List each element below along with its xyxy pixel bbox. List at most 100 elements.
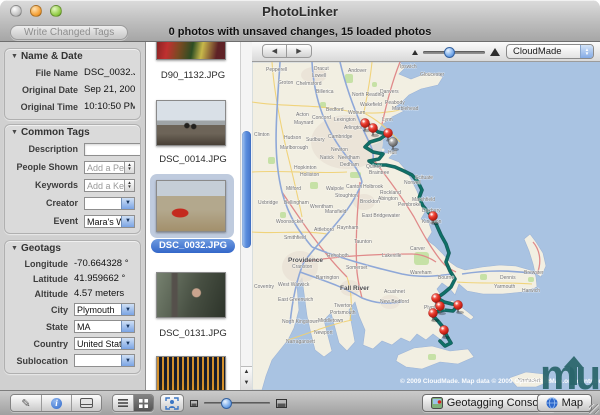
scroll-up-icon[interactable]: ▲: [241, 367, 252, 378]
map-provider-value: CloudMade: [507, 46, 580, 57]
event-dropdown[interactable]: Mara's Wedd▼: [84, 215, 135, 228]
minimize-button[interactable]: [30, 5, 42, 17]
size-slider-track[interactable]: [204, 402, 270, 404]
scroll-down-icon[interactable]: ▼: [241, 378, 252, 389]
field-label: Latitude: [10, 274, 74, 284]
photo-thumbnail[interactable]: [156, 356, 226, 390]
original-date-value: Sep 21, 2008: [84, 84, 135, 95]
map-town-label: Stoughton: [335, 193, 358, 199]
map-town-label: Harwich: [522, 288, 540, 294]
altitude-value: 4.57 meters: [74, 288, 124, 299]
longitude-value: -70.664328 °: [74, 258, 129, 269]
field-label: File Name: [10, 68, 84, 78]
country-dropdown[interactable]: United State▼: [74, 337, 135, 350]
dropdown-arrow-icon[interactable]: ▼: [121, 216, 134, 227]
photo-thumbnail[interactable]: [156, 180, 226, 232]
map-town-label: Gloucester: [420, 72, 445, 78]
dropdown-arrow-icon[interactable]: ▼: [121, 304, 134, 315]
photo-thumbnail[interactable]: [156, 272, 226, 318]
map-town-label: Hudson: [284, 135, 301, 141]
common-tags-header[interactable]: ▼Common Tags: [5, 125, 140, 140]
zoom-slider-knob[interactable]: [444, 47, 455, 58]
scrollbar-thumb[interactable]: [242, 131, 251, 248]
photo-thumbnail[interactable]: [156, 42, 226, 60]
popup-stepper-icon: ▲▼: [580, 45, 593, 58]
map-provider-popup[interactable]: CloudMade ▲▼: [506, 44, 594, 59]
thumbnail-label[interactable]: DSC_0014.JPG: [146, 154, 240, 165]
grid-view-button[interactable]: [133, 395, 153, 411]
metadata-panel-button[interactable]: [71, 395, 101, 411]
map-town-label: Mansfield: [325, 209, 347, 215]
scrollbar-arrows: ▲ ▼: [241, 366, 252, 390]
resize-grip[interactable]: [589, 404, 599, 414]
map-town-label: Lynn: [382, 117, 393, 123]
thumbnail-label[interactable]: DSC_0131.JPG: [146, 328, 240, 339]
stepper-icon[interactable]: ▲▼: [124, 162, 134, 173]
status-text: 0 photos with unsaved changes, 15 loaded…: [120, 26, 480, 38]
map-canvas[interactable]: PepperellDracutLowellAndoverIpswichGroto…: [252, 62, 600, 390]
map-town-label: Rehoboth: [327, 253, 349, 259]
list-view-button[interactable]: [113, 395, 133, 411]
dropdown-arrow-icon[interactable]: ▼: [121, 355, 134, 366]
stepper-icon[interactable]: ▲▼: [124, 180, 134, 191]
event-value: Mara's Wedd: [85, 216, 121, 227]
dropdown-arrow-icon[interactable]: ▼: [121, 338, 134, 349]
dropdown-arrow-icon[interactable]: ▼: [121, 198, 134, 209]
geotags-header[interactable]: ▼Geotags: [5, 241, 140, 256]
close-button[interactable]: [10, 5, 22, 17]
map-town-label: Yarmouth: [494, 284, 516, 290]
dropdown-arrow-icon[interactable]: ▼: [121, 321, 134, 332]
forward-button[interactable]: ▶: [287, 44, 312, 58]
map-town-label: Fall River: [340, 285, 370, 292]
section-title: Name & Date: [21, 51, 83, 62]
field-label: City: [10, 305, 74, 315]
small-photo-icon: [190, 400, 198, 407]
field-label: State: [10, 322, 74, 332]
section-title: Common Tags: [21, 127, 90, 138]
zoom-button[interactable]: [50, 5, 62, 17]
thumbnail-filename[interactable]: DSC_0014.JPG: [159, 154, 227, 165]
map-town-label: Lowell: [312, 73, 326, 79]
edit-tags-button[interactable]: ✎: [11, 395, 41, 411]
thumbnail-filename[interactable]: DSC_0032.JPG: [151, 239, 235, 253]
map-zoom-slider[interactable]: [423, 51, 485, 54]
map-town-label: Newton: [331, 147, 348, 153]
description-input[interactable]: [84, 143, 141, 156]
sublocation-dropdown[interactable]: ▼: [74, 354, 135, 367]
thumbnail-label[interactable]: D90_1132.JPG: [146, 70, 240, 81]
photo-thumbnail[interactable]: [156, 100, 226, 146]
zoom-in-icon[interactable]: [490, 48, 500, 56]
view-mode-segment: [112, 394, 154, 412]
map-town-label: Coventry: [254, 284, 275, 290]
size-slider-knob[interactable]: [221, 398, 232, 409]
pencil-icon: ✎: [21, 397, 30, 410]
field-label: Original Date: [10, 85, 84, 95]
people-shown-combo[interactable]: Add a Perso▲▼: [84, 161, 135, 174]
city-dropdown[interactable]: Plymouth▼: [74, 303, 135, 316]
thumbnail-filename[interactable]: D90_1132.JPG: [161, 70, 225, 81]
harbor-island: [382, 149, 385, 152]
creator-dropdown[interactable]: ▼: [84, 197, 135, 210]
back-button[interactable]: ◀: [262, 44, 287, 58]
state-dropdown[interactable]: MA▼: [74, 320, 135, 333]
keywords-combo[interactable]: Add a Keyw▲▼: [84, 179, 135, 192]
map-town-label: Marshfield: [412, 197, 435, 203]
map-town-label: Billerica: [316, 89, 334, 95]
info-button[interactable]: i: [41, 395, 71, 411]
thumbnail-filename[interactable]: DSC_0131.JPG: [159, 328, 227, 339]
face-detect-button[interactable]: [160, 394, 184, 412]
map-town-label: Bourne: [438, 275, 454, 281]
field-label: People Shown: [10, 162, 84, 172]
map-view[interactable]: PepperellDracutLowellAndoverIpswichGroto…: [252, 62, 600, 390]
geotagging-console-label: Geotagging Console: [447, 397, 547, 409]
thumbnail-label[interactable]: DSC_0032.JPG: [146, 240, 240, 251]
map-town-label: Sudbury: [306, 137, 325, 143]
photo-list-scrollbar[interactable]: ▲ ▼: [240, 42, 252, 390]
name-date-header[interactable]: ▼Name & Date: [5, 49, 140, 64]
geotagging-console-button[interactable]: Geotagging Console: [422, 394, 556, 412]
map-town-label: Bedford: [326, 107, 344, 113]
back-arrow-icon: ◀: [272, 47, 277, 55]
zoom-out-icon[interactable]: [412, 50, 418, 55]
write-changed-tags-button[interactable]: Write Changed Tags: [10, 25, 128, 40]
map-button[interactable]: Map: [537, 394, 592, 412]
